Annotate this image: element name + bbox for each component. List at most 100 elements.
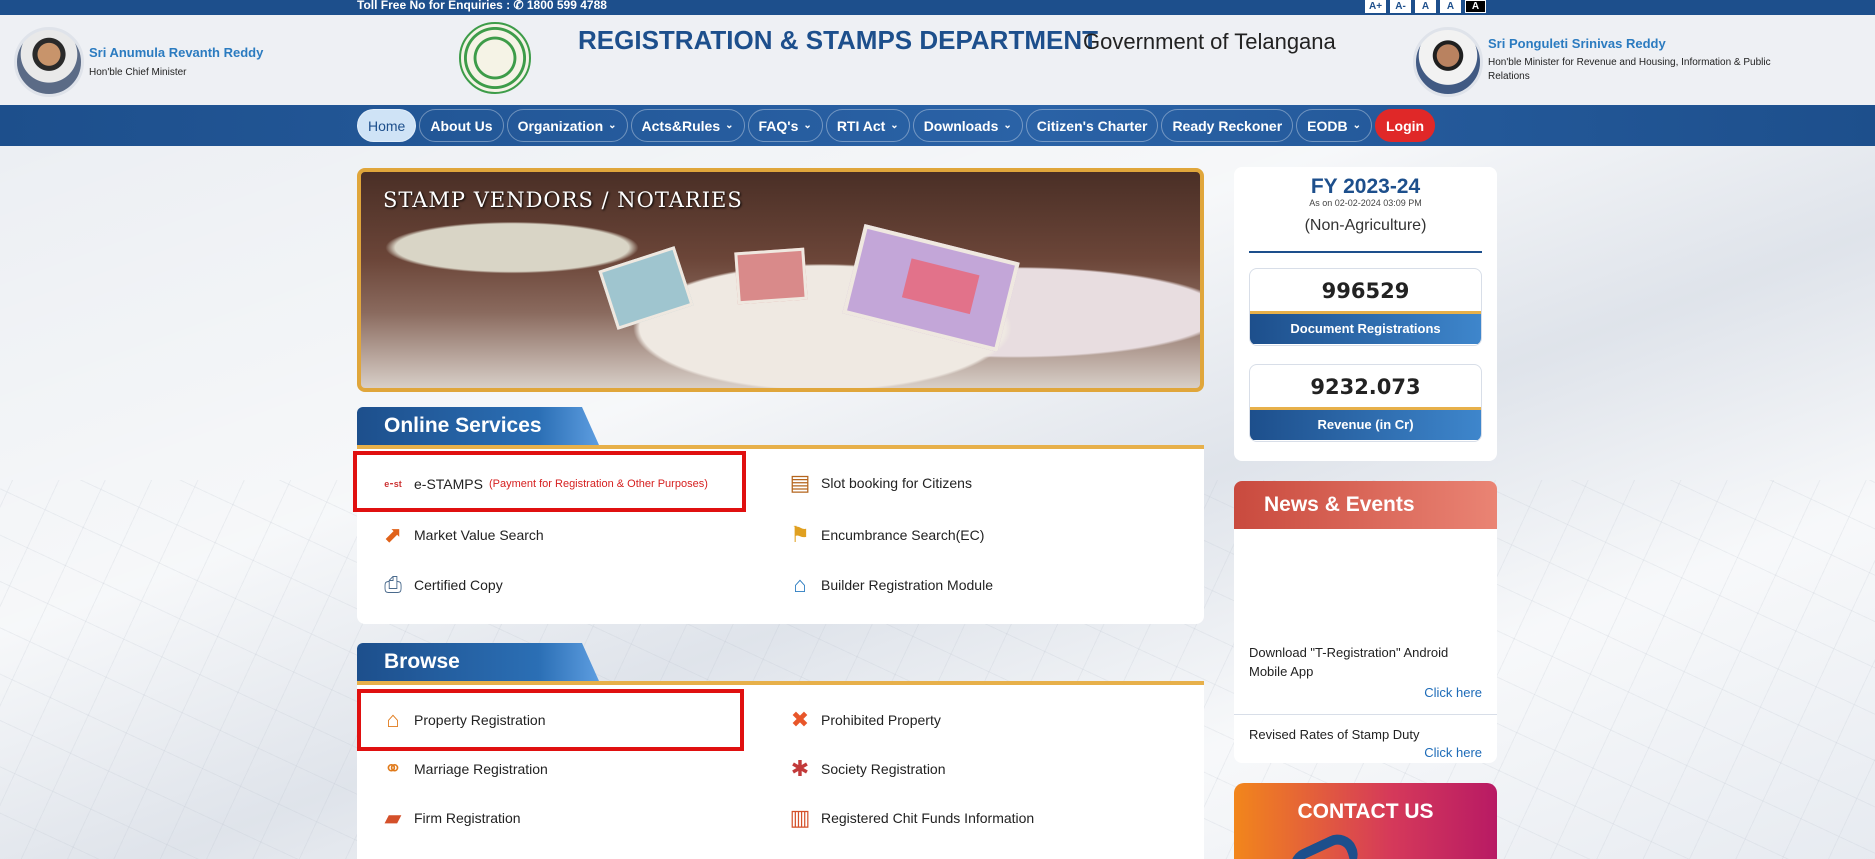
firm-registration-label: Firm Registration (414, 810, 521, 826)
chevron-down-icon: ⌄ (803, 120, 812, 131)
site-header: Sri Anumula Revanth Reddy Hon'ble Chief … (0, 15, 1875, 105)
firm-icon: ▰ (384, 805, 402, 830)
divider (1234, 714, 1497, 715)
online-services-title: Online Services (357, 407, 599, 445)
top-strip: Toll Free No for Enquiries : ✆ 1800 599 … (0, 0, 1875, 15)
chief-minister-name: Sri Anumula Revanth Reddy (89, 45, 264, 60)
chit-funds-link[interactable]: ▥ Registered Chit Funds Information (785, 803, 1035, 833)
chit-funds-icon: ▥ (789, 805, 811, 830)
stamp-paper-image (598, 246, 694, 330)
main-navigation: Home About Us Organization ⌄ Acts&Rules ⌄ FAQ'… (0, 105, 1875, 146)
fy-title: FY 2023-24 (1310, 175, 1421, 198)
government-title: Government of Telangana (1083, 29, 1336, 54)
news-events-card: News & Events Download "T-Registration" … (1234, 481, 1497, 763)
building-icon: ⌂ (793, 572, 807, 597)
phone-icon (1283, 828, 1365, 859)
nav-item-label: FAQ's (758, 117, 799, 134)
encumbrance-search-link[interactable]: ⚑ Encumbrance Search(EC) (785, 520, 984, 550)
nav-item-eodb[interactable]: EODB ⌄ (1296, 109, 1372, 142)
nav-item-label: Organization (517, 117, 604, 134)
chevron-down-icon: ⌄ (1352, 120, 1361, 131)
certified-copy-icon: ⎙ (384, 572, 402, 597)
hero-banner: STAMP VENDORS / NOTARIES (357, 168, 1204, 392)
stamp-paper-image (734, 247, 808, 305)
nav-item-label: Home (368, 117, 406, 134)
contact-us-title: CONTACT US (1297, 800, 1434, 823)
nav-item-label: Downloads (923, 117, 999, 134)
revenue-value: 9232.073 (1250, 365, 1481, 410)
chevron-down-icon: ⌄ (725, 120, 734, 131)
news-item-text: Revised Rates of Stamp Duty (1249, 727, 1420, 742)
chart-up-icon: ⬈ (383, 522, 403, 547)
estamps-highlight-box (353, 451, 746, 512)
prohibited-property-label: Prohibited Property (821, 712, 941, 728)
nav-item-ready-reckoner[interactable]: Ready Reckoner (1161, 109, 1294, 142)
nav-item-home[interactable]: Home (357, 109, 417, 142)
chit-funds-label: Registered Chit Funds Information (821, 810, 1035, 826)
marriage-registration-label: Marriage Registration (414, 761, 548, 777)
slot-booking-label: Slot booking for Citizens (821, 475, 972, 491)
font-decrease-button[interactable]: A- (1390, 0, 1411, 13)
prohibited-property-link[interactable]: ✖ Prohibited Property (785, 705, 941, 735)
slot-booking-link[interactable]: ▤ Slot booking for Citizens (785, 468, 972, 498)
toll-free-text: Toll Free No for Enquiries : ✆ 1800 599 … (357, 0, 607, 12)
telangana-emblem-logo[interactable] (459, 22, 531, 94)
nav-item-label: About Us (430, 117, 493, 134)
news-item-link[interactable]: Click here (1424, 685, 1482, 700)
slot-booking-icon: ▤ (789, 470, 811, 495)
stamp-paper-image (842, 224, 1020, 352)
certified-copy-link[interactable]: ⎙ Certified Copy (378, 570, 503, 600)
document-registrations-stat: 996529 Document Registrations (1249, 268, 1482, 346)
encumbrance-label: Encumbrance Search(EC) (821, 527, 985, 543)
nav-item-faq-s[interactable]: FAQ's ⌄ (747, 109, 823, 142)
nav-item-login[interactable]: Login (1375, 109, 1436, 142)
nav-item-organization[interactable]: Organization ⌄ (506, 109, 628, 142)
nav-item-about-us[interactable]: About Us (419, 109, 504, 142)
marriage-registration-link[interactable]: ⚭ Marriage Registration (378, 754, 548, 784)
document-registrations-label: Document Registrations (1250, 314, 1481, 344)
news-events-title: News & Events (1234, 481, 1497, 529)
minister-role: Hon'ble Minister for Revenue and Housing… (1488, 57, 1771, 82)
font-normal-button[interactable]: A (1415, 0, 1436, 13)
society-registration-label: Society Registration (821, 761, 946, 777)
font-size-controls: A+ A- A A A (1365, 0, 1486, 13)
nav-item-label: Login (1386, 117, 1425, 134)
font-increase-button[interactable]: A+ (1365, 0, 1386, 13)
department-title: REGISTRATION & STAMPS DEPARTMENT (578, 25, 1098, 55)
builder-registration-link[interactable]: ⌂ Builder Registration Module (785, 570, 993, 600)
society-icon: ✱ (790, 756, 810, 781)
minister-name: Sri Ponguleti Srinivas Reddy (1488, 36, 1666, 51)
browse-header: Browse (357, 643, 1204, 685)
banner-caption: STAMP VENDORS / NOTARIES (383, 188, 743, 212)
property-registration-highlight-box (357, 689, 744, 751)
firm-registration-link[interactable]: ▰ Firm Registration (378, 803, 521, 833)
chief-minister-role: Hon'ble Chief Minister (89, 67, 187, 78)
fy-stats-card: FY 2023-24 As on 02-02-2024 03:09 PM (No… (1234, 167, 1497, 461)
contrast-dark-button[interactable]: A (1465, 0, 1486, 13)
contact-us-card[interactable]: CONTACT US (1234, 783, 1497, 859)
nav-item-acts-rules[interactable]: Acts&Rules ⌄ (630, 109, 745, 142)
fy-as-on: As on 02-02-2024 03:09 PM (1309, 198, 1422, 208)
revenue-label: Revenue (in Cr) (1250, 410, 1481, 440)
chevron-down-icon: ⌄ (890, 120, 899, 131)
chief-minister-avatar (14, 27, 84, 97)
certified-copy-label: Certified Copy (414, 577, 503, 593)
nav-item-label: EODB (1307, 117, 1348, 134)
divider (1249, 251, 1482, 253)
nav-item-rti-act[interactable]: RTI Act ⌄ (825, 109, 910, 142)
browse-title: Browse (357, 643, 599, 681)
contrast-light-button[interactable]: A (1440, 0, 1461, 13)
nav-item-label: Citizen's Charter (1036, 117, 1148, 134)
prohibited-icon: ✖ (790, 707, 810, 732)
nav-item-label: RTI Act (836, 117, 886, 134)
nav-item-citizen-s-charter[interactable]: Citizen's Charter (1025, 109, 1159, 142)
market-value-search-link[interactable]: ⬈ Market Value Search (378, 520, 544, 550)
news-item-link[interactable]: Click here (1424, 745, 1482, 760)
fy-type: (Non-Agriculture) (1304, 217, 1427, 234)
nav-item-label: Ready Reckoner (1172, 117, 1283, 134)
society-registration-link[interactable]: ✱ Society Registration (785, 754, 946, 784)
chevron-down-icon: ⌄ (608, 120, 617, 131)
nav-item-downloads[interactable]: Downloads ⌄ (912, 109, 1023, 142)
revenue-stat: 9232.073 Revenue (in Cr) (1249, 364, 1482, 442)
minister-avatar (1413, 27, 1483, 97)
